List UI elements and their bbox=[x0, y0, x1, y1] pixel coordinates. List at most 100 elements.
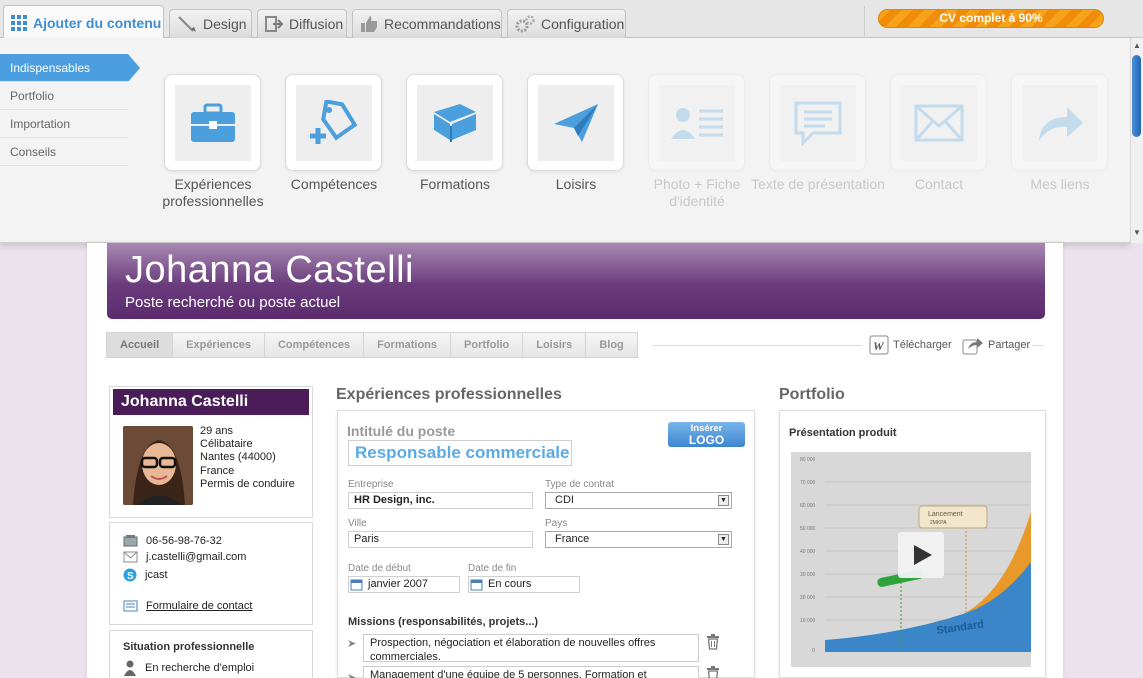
share-label: Partager bbox=[988, 339, 1031, 351]
tile-photo-fiche[interactable] bbox=[648, 74, 745, 171]
scroll-down-icon[interactable]: ▼ bbox=[1133, 228, 1141, 237]
gears-icon bbox=[515, 15, 535, 33]
insert-logo-button[interactable]: Insérer LOGO bbox=[668, 422, 745, 447]
word-doc-icon: W bbox=[869, 335, 889, 355]
drag-handle-icon[interactable]: ➤ bbox=[347, 671, 356, 678]
svg-text:S: S bbox=[127, 571, 134, 582]
company-input[interactable]: HR Design, inc. bbox=[348, 492, 533, 509]
chevron-down-icon: ▼ bbox=[718, 534, 729, 545]
cv-name[interactable]: Johanna Castelli bbox=[125, 249, 414, 292]
scrollbar-thumb[interactable] bbox=[1132, 55, 1141, 137]
tile-label: Loisirs bbox=[555, 176, 597, 192]
end-date-input[interactable]: En cours bbox=[468, 576, 580, 593]
envelope-icon bbox=[914, 104, 963, 141]
export-icon bbox=[265, 16, 283, 32]
tile-label: Compétences bbox=[290, 176, 378, 192]
phone-number: 06-56-98-76-32 bbox=[146, 534, 222, 547]
tile-label: Texte de présentation bbox=[751, 176, 885, 192]
profile-status: Célibataire bbox=[200, 438, 253, 450]
tab-blog[interactable]: Blog bbox=[585, 332, 638, 358]
profile-name: Johanna Castelli bbox=[113, 389, 309, 415]
tab-experiences[interactable]: Expériences bbox=[172, 332, 264, 358]
link-arrow-icon bbox=[1038, 106, 1083, 141]
country-value: France bbox=[555, 533, 590, 545]
tile-experiences[interactable] bbox=[164, 74, 261, 171]
contact-form-label: Formulaire de contact bbox=[146, 600, 253, 612]
y-tick: 0 bbox=[812, 648, 815, 654]
calendar-icon[interactable] bbox=[470, 578, 483, 591]
tab-label: Diffusion bbox=[289, 16, 344, 32]
cv-completion-bar: CV complet à 90% bbox=[878, 9, 1104, 28]
start-date-input[interactable]: janvier 2007 bbox=[348, 576, 460, 593]
profile-country: France bbox=[200, 465, 235, 477]
tile-formations[interactable] bbox=[406, 74, 503, 171]
y-tick: 80 000 bbox=[800, 457, 816, 463]
contract-label: Type de contrat bbox=[545, 479, 614, 490]
profile-photo[interactable] bbox=[123, 426, 193, 505]
sidebar-item-portfolio[interactable]: Portfolio bbox=[0, 82, 128, 110]
tile-label: Photo + Fiche d'identité bbox=[653, 176, 741, 209]
speech-bubble-icon bbox=[794, 101, 841, 146]
tab-competences[interactable]: Compétences bbox=[263, 332, 364, 358]
y-tick: 70 000 bbox=[800, 480, 816, 486]
country-select[interactable]: France ▼ bbox=[545, 531, 732, 548]
skype-id: jcast bbox=[145, 569, 168, 581]
portfolio-item-title: Présentation produit bbox=[789, 427, 897, 439]
tab-design[interactable]: Design bbox=[169, 9, 252, 38]
drag-handle-icon[interactable]: ➤ bbox=[347, 637, 356, 650]
city-input[interactable]: Paris bbox=[348, 531, 533, 548]
tab-configuration[interactable]: Configuration bbox=[507, 9, 626, 38]
email-row: j.castelli@gmail.com bbox=[123, 551, 246, 563]
email-icon bbox=[123, 551, 138, 563]
cv-subtitle[interactable]: Poste recherché ou poste actuel bbox=[125, 294, 340, 311]
scroll-up-icon[interactable]: ▲ bbox=[1133, 41, 1141, 50]
tab-label: Ajouter du contenu bbox=[33, 14, 162, 31]
chart-callout-top: Lancement bbox=[928, 511, 963, 518]
tile-contact[interactable] bbox=[890, 74, 987, 171]
profile-city: Nantes (44000) bbox=[200, 451, 276, 463]
sidebar-item-indispensables[interactable]: Indispensables bbox=[0, 54, 140, 82]
tile-competences[interactable] bbox=[285, 74, 382, 171]
situation-title: Situation professionnelle bbox=[123, 641, 255, 653]
end-date-label: Date de fin bbox=[468, 563, 517, 574]
play-button-icon[interactable] bbox=[898, 532, 944, 578]
nav-divider bbox=[652, 345, 862, 346]
cv-nav: Accueil Expériences Compétences Formatio… bbox=[106, 332, 638, 358]
mission-textarea[interactable]: Management d'une équipe de 5 personnes. … bbox=[363, 666, 699, 678]
share-icon bbox=[962, 338, 983, 355]
tab-formations[interactable]: Formations bbox=[363, 332, 451, 358]
sidebar-item-conseils[interactable]: Conseils bbox=[0, 138, 128, 166]
download-button[interactable]: W Télécharger bbox=[869, 335, 952, 355]
share-button[interactable]: Partager bbox=[962, 335, 1030, 355]
skype-icon: S bbox=[123, 568, 137, 582]
tag-plus-icon bbox=[309, 99, 357, 144]
email-address[interactable]: j.castelli@gmail.com bbox=[146, 551, 246, 563]
job-title-input[interactable]: Responsable commerciale bbox=[348, 440, 572, 466]
country-label: Pays bbox=[545, 518, 568, 529]
chevron-down-icon: ▼ bbox=[718, 495, 729, 506]
tile-mes-liens[interactable] bbox=[1011, 74, 1108, 171]
tile-loisirs[interactable] bbox=[527, 74, 624, 171]
calendar-icon[interactable] bbox=[350, 578, 363, 591]
contract-select[interactable]: CDI ▼ bbox=[545, 492, 732, 509]
svg-text:W: W bbox=[873, 339, 885, 353]
y-tick: 50 000 bbox=[800, 526, 816, 532]
tab-portfolio[interactable]: Portfolio bbox=[450, 332, 523, 358]
y-tick: 10 000 bbox=[800, 618, 816, 624]
trash-icon[interactable] bbox=[706, 634, 720, 650]
y-tick: 30 000 bbox=[800, 572, 816, 578]
tab-accueil[interactable]: Accueil bbox=[106, 332, 173, 358]
phone-icon bbox=[123, 535, 138, 547]
tab-recommandations[interactable]: Recommandations bbox=[352, 9, 502, 38]
contact-form-link[interactable]: Formulaire de contact bbox=[123, 600, 252, 612]
tab-label: Configuration bbox=[541, 16, 625, 32]
tab-add-content[interactable]: Ajouter du contenu bbox=[3, 5, 164, 39]
sidebar-item-importation[interactable]: Importation bbox=[0, 110, 128, 138]
y-tick: 40 000 bbox=[800, 549, 816, 555]
tab-diffusion[interactable]: Diffusion bbox=[257, 9, 347, 38]
tile-texte-presentation[interactable] bbox=[769, 74, 866, 171]
tab-loisirs[interactable]: Loisirs bbox=[522, 332, 586, 358]
mission-textarea[interactable]: Prospection, négociation et élaboration … bbox=[363, 634, 699, 663]
trash-icon[interactable] bbox=[706, 666, 720, 678]
brush-icon bbox=[178, 16, 196, 32]
